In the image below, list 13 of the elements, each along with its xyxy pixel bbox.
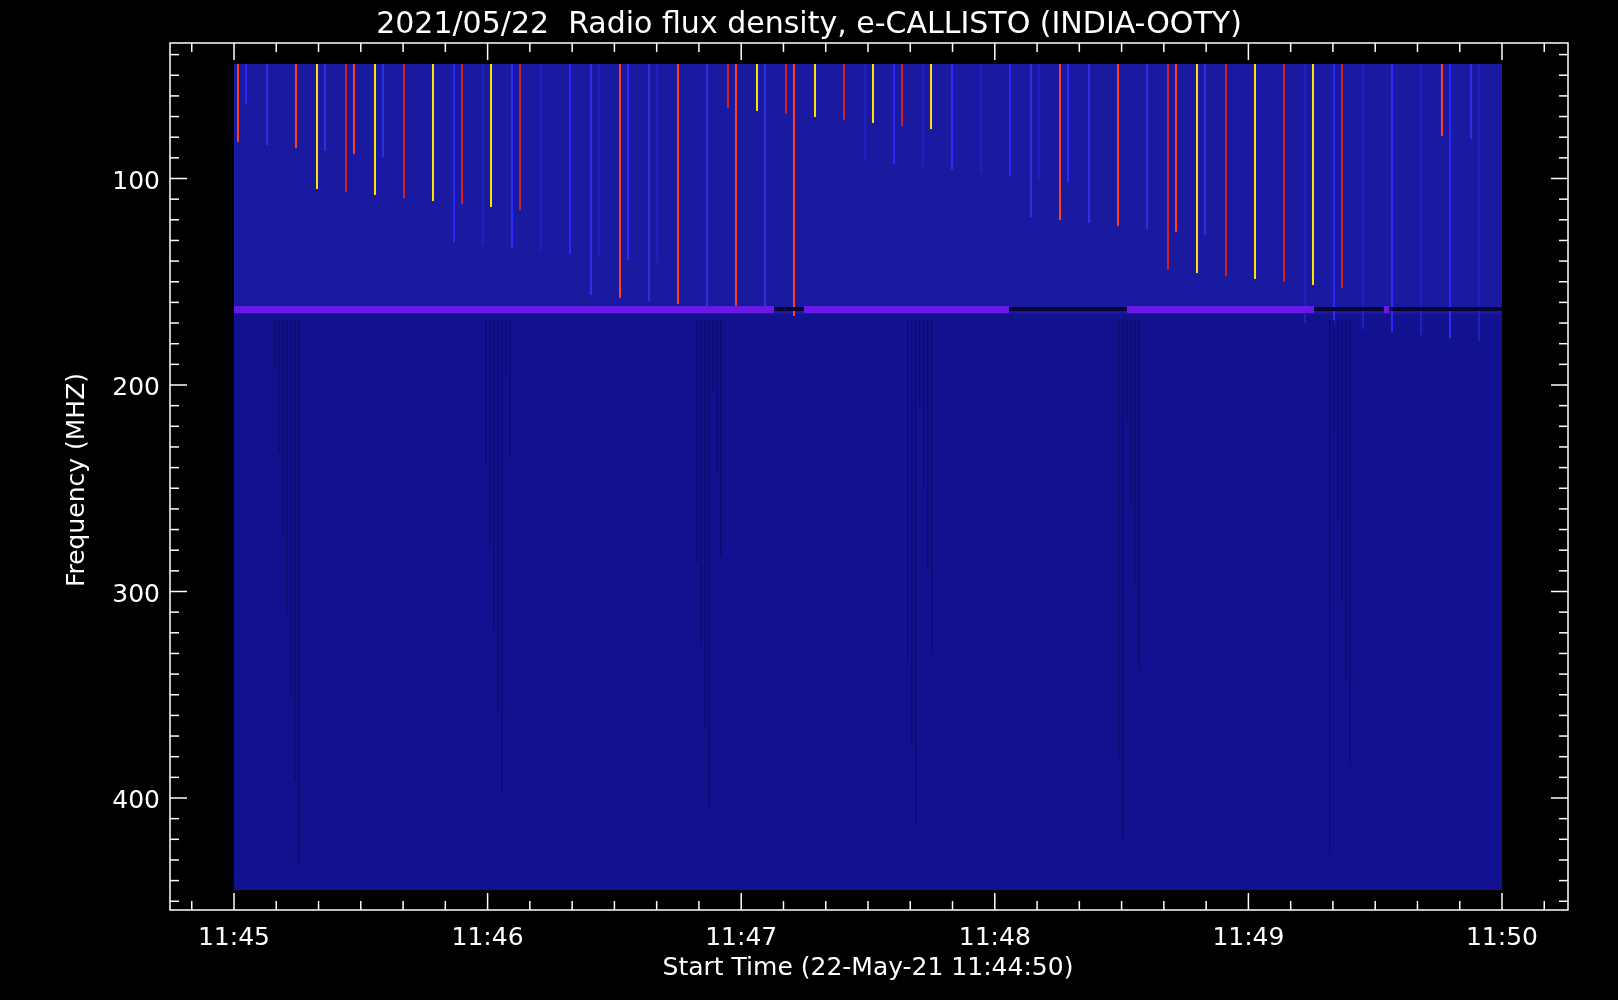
y-axis-label: Frequency (MHZ) bbox=[61, 372, 90, 588]
x-axis-label: Start Time (22-May-21 11:44:50) bbox=[662, 952, 1074, 981]
y-tick-label: 200 bbox=[112, 372, 160, 401]
x-tick-label: 11:49 bbox=[1212, 922, 1285, 951]
y-tick-label: 300 bbox=[112, 578, 160, 608]
y-tick-label: 100 bbox=[112, 165, 160, 195]
x-tick-label: 11:46 bbox=[451, 922, 524, 951]
x-tick-label: 11:45 bbox=[198, 922, 270, 951]
x-tick-label: 11:48 bbox=[958, 922, 1031, 951]
chart-title: 2021/05/22 Radio flux density, e-CALLISTO (INDIA-OOTY) bbox=[376, 5, 1242, 40]
y-tick-label: 400 bbox=[112, 785, 160, 814]
x-tick-label: 11:47 bbox=[705, 922, 778, 951]
x-tick-label: 11:50 bbox=[1466, 922, 1538, 951]
